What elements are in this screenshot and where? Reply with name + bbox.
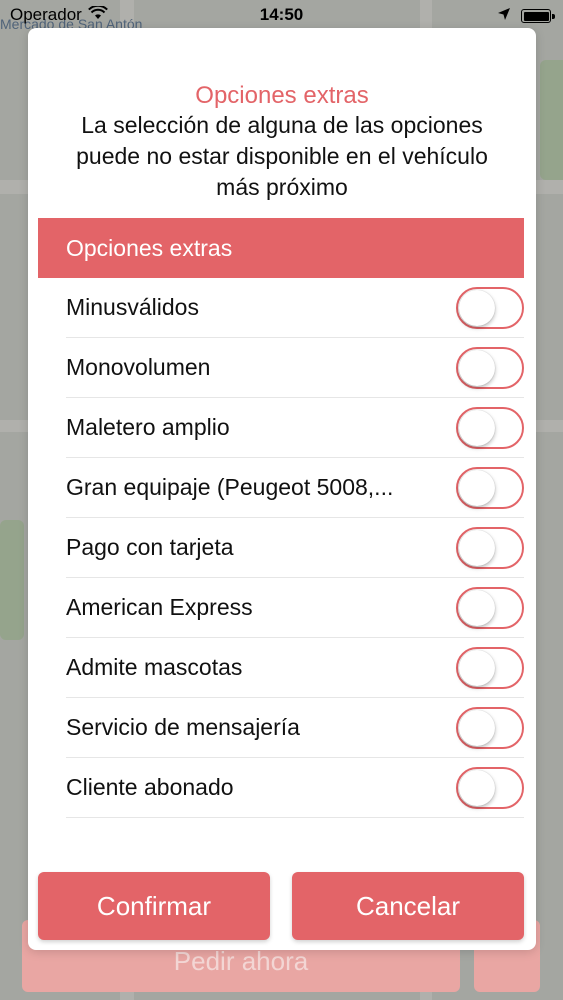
option-label: Pago con tarjeta: [66, 534, 234, 560]
option-toggle-switch[interactable]: [456, 646, 524, 689]
toggle-knob: [459, 409, 495, 446]
option-toggle-switch[interactable]: [456, 766, 524, 809]
option-row: Maletero amplio: [66, 398, 524, 458]
option-row: Pago con tarjeta: [66, 518, 524, 578]
option-row: Admite mascotas: [66, 638, 524, 698]
option-toggle-switch[interactable]: [456, 346, 524, 389]
clock: 14:50: [259, 5, 304, 24]
option-label: Cliente abonado: [66, 774, 234, 800]
option-toggle-switch[interactable]: [456, 406, 524, 449]
option-toggle-switch[interactable]: [456, 466, 524, 509]
option-row: American Express: [66, 578, 524, 638]
toggle-knob: [459, 289, 495, 326]
toggle-knob: [459, 649, 495, 686]
option-toggle-switch[interactable]: [456, 286, 524, 329]
option-row: Servicio de mensajería: [66, 698, 524, 758]
confirm-button[interactable]: Confirmar: [38, 872, 270, 940]
toggle-knob: [459, 709, 495, 746]
dialog-description: La selección de alguna de las opciones p…: [76, 112, 488, 200]
option-toggle-switch[interactable]: [456, 706, 524, 749]
toggle-knob: [459, 469, 495, 506]
option-row: Gran equipaje (Peugeot 5008,...: [66, 458, 524, 518]
option-label: Maletero amplio: [66, 414, 230, 440]
option-row: Minusválidos: [66, 278, 524, 338]
option-toggle-switch[interactable]: [456, 586, 524, 629]
toggle-knob: [459, 769, 495, 806]
battery-icon: [521, 9, 555, 23]
option-toggle-switch[interactable]: [456, 526, 524, 569]
option-label: Monovolumen: [66, 354, 211, 380]
location-arrow-icon: [497, 6, 511, 26]
option-label: Minusválidos: [66, 294, 199, 320]
option-row: Monovolumen: [66, 338, 524, 398]
option-label: American Express: [66, 594, 253, 620]
toggle-knob: [459, 589, 495, 626]
toggle-knob: [459, 349, 495, 386]
cancel-button[interactable]: Cancelar: [292, 872, 524, 940]
option-label: Gran equipaje (Peugeot 5008,...: [66, 474, 394, 500]
section-header: Opciones extras: [38, 218, 524, 278]
status-bar: Operador 14:50: [0, 0, 563, 30]
options-list: Minusválidos Monovolumen Maletero amplio Gr…: [66, 278, 524, 818]
option-label: Admite mascotas: [66, 654, 243, 680]
option-row: Cliente abonado: [66, 758, 524, 818]
option-label: Servicio de mensajería: [66, 714, 300, 740]
extra-options-dialog: Opciones extras La selección de alguna d…: [28, 28, 536, 950]
dialog-title: Opciones extras: [195, 82, 369, 109]
toggle-knob: [459, 529, 495, 566]
